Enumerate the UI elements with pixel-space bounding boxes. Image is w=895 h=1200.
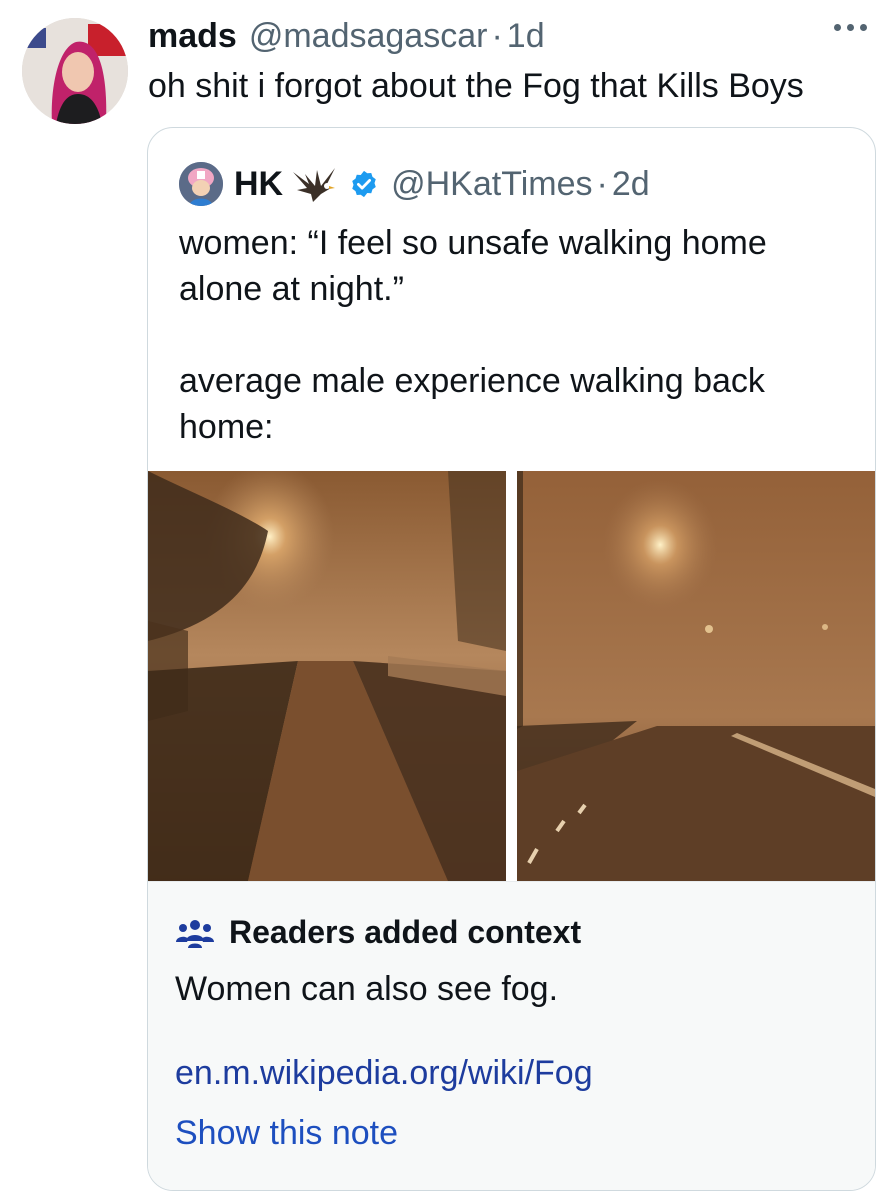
avatar-image [22, 18, 128, 124]
tweet-header: mads @madsagascar · 1d [148, 14, 545, 58]
fog-road-image [517, 471, 875, 881]
quoted-tweet-card[interactable]: HK @HKatTimes · 2d women: “I feel so uns… [147, 127, 876, 1191]
community-note-body: Women can also see fog. [175, 970, 559, 1008]
media-photo-road[interactable] [517, 471, 875, 881]
quoted-tweet-text: women: “I feel so unsafe walking home al… [179, 220, 859, 450]
quoted-author-handle[interactable]: @HKatTimes [391, 165, 592, 204]
author-name[interactable]: mads [148, 17, 237, 56]
tweet-timestamp[interactable]: 1d [507, 17, 545, 56]
community-note-source-link[interactable]: en.m.wikipedia.org/wiki/Fog [175, 1054, 593, 1093]
more-dot [860, 24, 867, 31]
community-note[interactable]: Readers added context Women can also see… [148, 881, 875, 1190]
media-gallery [148, 471, 875, 881]
more-horizontal-icon[interactable] [834, 18, 867, 37]
quoted-text-paragraph: average male experience walking back hom… [179, 362, 765, 446]
eagle-icon [291, 164, 337, 204]
author-avatar[interactable] [22, 18, 128, 124]
media-photo-walkway[interactable] [148, 471, 506, 881]
show-note-link[interactable]: Show this note [175, 1114, 398, 1153]
quoted-author-avatar[interactable] [179, 162, 223, 206]
quoted-separator: · [596, 164, 608, 203]
community-note-title: Readers added context [229, 914, 582, 950]
fog-walkway-image [148, 471, 506, 881]
quoted-tweet-header: HK @HKatTimes · 2d [179, 162, 650, 206]
quoted-tweet-timestamp[interactable]: 2d [612, 165, 650, 204]
people-icon [175, 917, 215, 949]
quoted-text-paragraph: women: “I feel so unsafe walking home al… [179, 224, 767, 308]
separator: · [491, 16, 503, 55]
tweet-text: oh shit i forgot about the Fog that Kill… [148, 67, 804, 105]
quoted-avatar-image [179, 162, 223, 206]
community-note-header: Readers added context [175, 914, 581, 951]
more-dot [834, 24, 841, 31]
verified-badge-icon[interactable] [349, 169, 379, 199]
quoted-author-name[interactable]: HK [234, 165, 283, 204]
more-dot [847, 24, 854, 31]
author-handle[interactable]: @madsagascar [249, 17, 488, 56]
